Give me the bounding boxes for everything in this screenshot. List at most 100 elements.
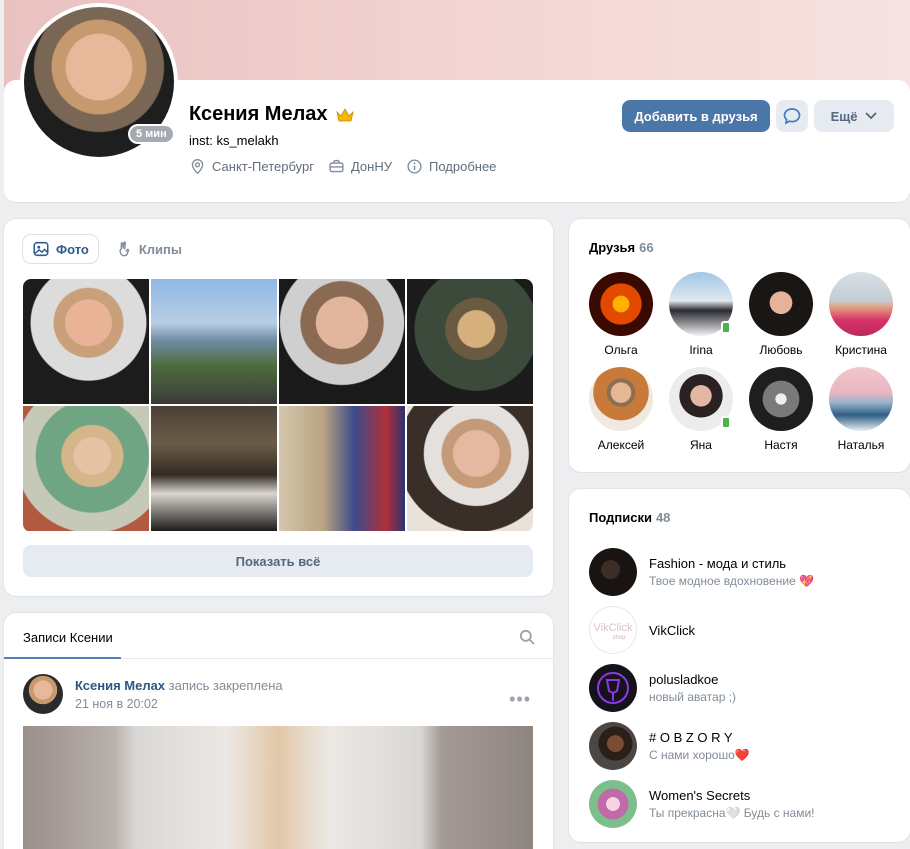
location-pin-icon [191,159,204,175]
more-label: Ещё [830,108,858,124]
friend-item[interactable]: Яна [661,367,741,452]
subscription-avatar: VikClick shop [589,606,637,654]
briefcase-icon [329,159,344,173]
subscription-avatar [589,548,637,596]
friends-count: 66 [639,240,654,255]
friend-item[interactable]: Irina [661,272,741,357]
posts-block: Записи Ксении Ксения Мелах запись закреп… [4,613,553,849]
subscription-name: Women's Secrets [649,788,751,803]
friend-avatar [669,367,733,431]
subscriptions-count: 48 [655,510,671,525]
more-info-label: Подробнее [428,159,497,174]
subscription-item[interactable]: polusladkoe новый аватар ;) [589,659,815,717]
friend-item[interactable]: Ольга [581,272,661,357]
photo-thumbnail[interactable] [151,279,277,404]
friend-name: Irina [689,343,713,357]
profile-name-text: Ксения Мелах [189,103,328,125]
friend-name: Наталья [837,438,885,452]
friend-avatar [829,367,893,431]
friend-name: Алексей [597,438,645,452]
vikclick-logo-icon: VikClickshop [594,622,633,641]
subscription-avatar [589,664,637,712]
profile-name: Ксения Мелах [189,103,354,126]
add-friend-button[interactable]: Добавить в друзья [622,100,770,132]
chevron-down-icon [866,112,877,120]
mobile-online-indicator [721,321,731,334]
university-label: ДонНУ [350,159,392,174]
photo-icon [33,241,49,257]
friend-item[interactable]: Алексей [581,367,661,452]
posts-header: Записи Ксении [4,613,553,659]
photo-thumbnail[interactable] [23,279,149,404]
tab-photos-label: Фото [56,241,89,257]
photo-thumbnail[interactable] [151,406,277,531]
subscription-avatar [589,722,637,770]
online-status-badge: 5 мин [128,124,175,144]
subscriptions-title[interactable]: Подписки 48 [589,510,670,525]
crown-icon [335,107,354,121]
friend-avatar [589,367,653,431]
subscription-name: polusladkoe [649,672,719,687]
friend-avatar [829,272,893,336]
more-info-link[interactable]: Подробнее [406,158,496,175]
wine-glass-icon [597,672,629,704]
post-date[interactable]: 21 ноя в 20:02 [75,697,158,711]
more-dropdown-button[interactable]: Ещё [814,100,894,132]
city-info[interactable]: Санкт-Петербург [189,158,314,175]
info-icon [407,159,422,174]
message-button[interactable] [776,100,808,132]
subscription-name: VikClick [649,622,695,638]
friend-avatar [749,367,813,431]
mobile-online-indicator [721,416,731,429]
profile-info-row: Санкт-Петербург ДонНУ Подробнее [189,158,496,175]
friends-block: Друзья 66 Ольга Irina Любовь Кристина Але… [569,219,910,472]
svg-text:VikClick: VikClick [594,622,633,634]
post-author-line: Ксения Мелах запись закреплена [75,678,283,693]
tab-clips[interactable]: Клипы [106,235,191,263]
subscription-name: # O B Z O R Y [649,730,733,745]
friend-item[interactable]: Наталья [821,367,901,452]
friends-grid: Ольга Irina Любовь Кристина Алексей Яна … [581,272,901,452]
friend-avatar [749,272,813,336]
subscription-desc: С нами хорошо❤️ [649,748,750,762]
post-author-name[interactable]: Ксения Мелах [75,678,165,693]
message-icon [783,108,801,125]
clips-icon [119,241,130,257]
photo-thumbnail[interactable] [407,279,533,404]
photos-block: Фото Клипы Показать всё [4,219,553,596]
friend-name: Кристина [835,343,887,357]
subscriptions-list: Fashion - мода и стиль Твое модное вдохн… [589,543,815,833]
subscription-name: Fashion - мода и стиль [649,556,787,571]
show-all-button[interactable]: Показать всё [23,545,533,577]
profile-status: inst: ks_melakh [189,133,279,148]
post-author-avatar[interactable] [23,674,63,714]
tab-photos[interactable]: Фото [23,235,98,263]
friend-item[interactable]: Кристина [821,272,901,357]
university-info[interactable]: ДонНУ [328,158,392,175]
photo-thumbnail[interactable] [279,279,405,404]
tab-posts[interactable]: Записи Ксении [23,630,113,645]
svg-text:shop: shop [612,635,626,641]
friend-avatar [589,272,653,336]
post-menu-icon[interactable]: ••• [509,689,531,710]
friend-name: Настя [764,438,798,452]
subscription-item[interactable]: Women's Secrets Ты прекрасна🤍 Будь с нам… [589,775,815,833]
subscriptions-title-text: Подписки [589,510,652,525]
friends-title[interactable]: Друзья 66 [589,240,654,255]
subscription-item[interactable]: # O B Z O R Y С нами хорошо❤️ [589,717,815,775]
search-icon[interactable] [519,629,535,645]
friend-item[interactable]: Настя [741,367,821,452]
friends-title-text: Друзья [589,240,636,255]
photo-thumbnail[interactable] [407,406,533,531]
friend-item[interactable]: Любовь [741,272,821,357]
subscription-desc: Твое модное вдохновение 💖 [649,574,814,588]
subscription-item[interactable]: VikClick shop VikClick [589,601,815,659]
friend-name: Ольга [604,343,638,357]
subscription-desc: новый аватар ;) [649,690,737,704]
subscription-avatar [589,780,637,828]
post-image[interactable] [23,726,533,849]
subscription-item[interactable]: Fashion - мода и стиль Твое модное вдохн… [589,543,815,601]
city-label: Санкт-Петербург [212,159,314,174]
photo-thumbnail[interactable] [279,406,405,531]
photo-thumbnail[interactable] [23,406,149,531]
